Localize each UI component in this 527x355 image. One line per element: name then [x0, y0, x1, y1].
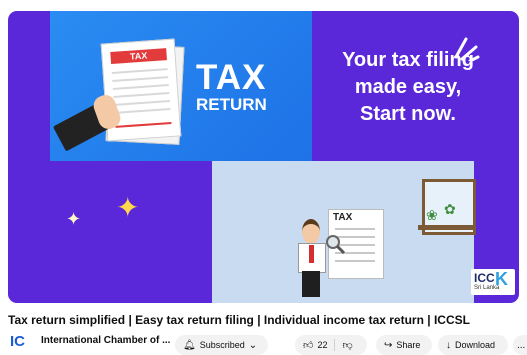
sparkle-large-icon: ✦	[116, 192, 140, 223]
share-button[interactable]: ↪ Share	[376, 335, 432, 355]
doc-line	[114, 107, 171, 114]
mini-doc-label: TAX	[333, 212, 353, 223]
plant-shelf	[418, 225, 474, 230]
logo-text: ICC	[474, 271, 495, 285]
person-head	[302, 219, 320, 244]
person-legs	[302, 271, 320, 297]
tax-heading: TAX	[196, 58, 267, 97]
plant-icon: ✿	[444, 201, 456, 217]
thumbs-up-icon[interactable]: 👍︎	[303, 339, 313, 351]
sparkle-lines-icon	[452, 37, 480, 63]
channel-name[interactable]: International Chamber of ...	[41, 335, 170, 346]
tagline-line-2: made easy,	[354, 76, 462, 98]
person-tie	[309, 245, 314, 263]
plant-icon: ❀	[426, 207, 438, 223]
mini-doc-line	[335, 260, 375, 262]
download-button[interactable]: ↓ Download	[438, 335, 508, 355]
logo-subtext: Sri Lanka	[474, 285, 500, 291]
video-title: Tax return simplified | Easy tax return …	[8, 313, 470, 327]
video-thumbnail[interactable]: TAX TAX RETURN Your tax filing made easy…	[8, 11, 519, 303]
doc-line-red	[115, 121, 172, 128]
doc-line	[111, 68, 168, 74]
like-dislike-group: 👍︎ 22 👎︎	[295, 335, 367, 355]
return-heading: RETURN	[196, 95, 267, 114]
mini-doc-line	[335, 228, 375, 230]
sparkle-small-icon: ✦	[66, 209, 82, 229]
magnifier-icon	[324, 233, 346, 255]
doc-line	[112, 76, 169, 82]
doc-line	[113, 92, 170, 98]
thumbs-down-icon[interactable]: 👎︎	[342, 339, 352, 351]
channel-avatar[interactable]: IC	[10, 334, 36, 350]
iccsl-logo: ICC K Sri Lanka	[471, 269, 515, 295]
tagline-line-3: Start now.	[360, 103, 456, 125]
doc-line	[112, 84, 169, 90]
more-button[interactable]: ...	[513, 335, 527, 355]
channel-row: IC International Chamber of ... 🔔︎ Subsc…	[8, 331, 527, 355]
subscribed-button[interactable]: 🔔︎ Subscribed ⌄	[175, 335, 268, 355]
doc-line	[113, 100, 170, 106]
divider	[334, 339, 336, 351]
tax-document-header: TAX	[110, 48, 167, 65]
